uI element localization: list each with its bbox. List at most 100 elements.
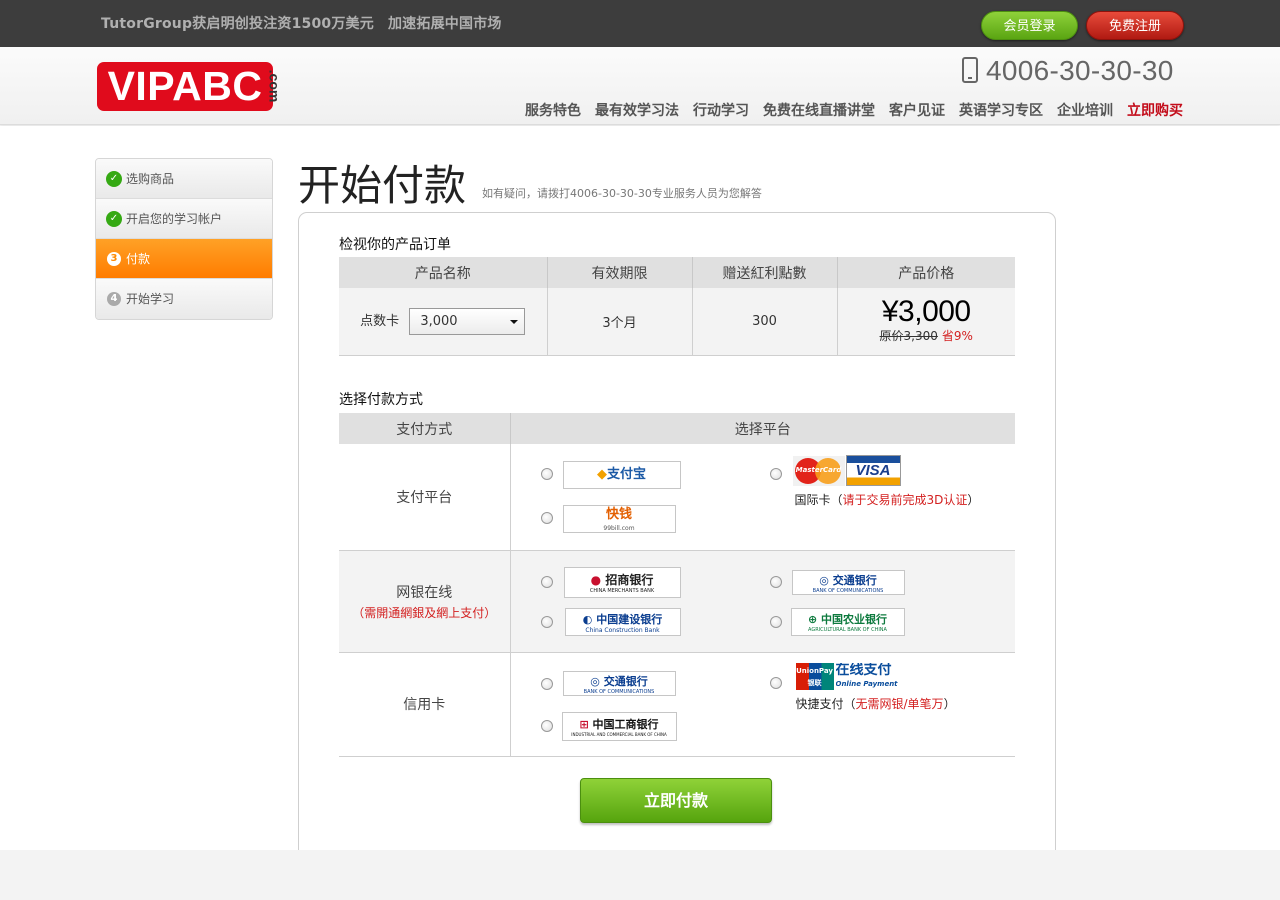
page-subtitle: 如有疑问，请拨打4006-30-30-30专业服务人员为您解答 bbox=[482, 187, 762, 200]
bocom-icon: ◎ bbox=[819, 573, 829, 587]
col-price: 产品价格 bbox=[837, 257, 1015, 288]
intl-card-caption: 国际卡（请于交易前完成3D认证） bbox=[794, 493, 980, 507]
cmb-logo[interactable]: ● 招商银行 CHINA MERCHANTS BANK bbox=[563, 566, 681, 598]
kuaiqian-radio[interactable] bbox=[540, 512, 553, 524]
logo-suffix: .com bbox=[266, 69, 283, 103]
nav-item-method[interactable]: 最有效学习法 bbox=[595, 103, 679, 119]
order-table: 产品名称 有效期限 赠送紅利點數 产品价格 点数卡 3,000 3个月 300 … bbox=[339, 257, 1015, 356]
vipabc-logo[interactable]: VIPABC bbox=[97, 62, 273, 111]
platform-options: ◆支付宝 快钱 99bill.com MasterCard VISA 国际卡（请… bbox=[510, 444, 1015, 551]
step-select-product[interactable]: ✓ 选购商品 bbox=[96, 159, 272, 199]
step-label: 开启您的学习帐户 bbox=[126, 212, 223, 226]
nav-item-testimonials[interactable]: 客户见证 bbox=[889, 103, 945, 119]
visa-logo[interactable]: VISA bbox=[845, 455, 901, 486]
nav-item-features[interactable]: 服务特色 bbox=[525, 103, 581, 119]
shield-icon: ◆ bbox=[596, 467, 607, 482]
credit-options: ◎ 交通银行 BANK OF COMMUNICATIONS ⊞ 中国工商银行 I… bbox=[510, 652, 1015, 757]
payment-header-row: 支付方式 选择平台 bbox=[339, 413, 1015, 444]
online-payment-logo[interactable]: 在线支付 Online Payment bbox=[836, 663, 902, 690]
netbank-options: ● 招商银行 CHINA MERCHANTS BANK ◐ 中国建设银行 Chi… bbox=[510, 550, 1015, 653]
credit-label: 信用卡 bbox=[339, 652, 511, 757]
payment-section-title: 选择付款方式 bbox=[339, 392, 423, 408]
quick-pay-radio[interactable] bbox=[769, 676, 782, 689]
news-text-1[interactable]: TutorGroup获启明创投注资1500万美元 bbox=[101, 16, 374, 32]
bocom-logo[interactable]: ◎ 交通银行 BANK OF COMMUNICATIONS bbox=[791, 569, 905, 595]
quick-pay-caption: 快捷支付（无需网银/单笔万） bbox=[795, 696, 956, 711]
mastercard-logo[interactable]: MasterCard bbox=[792, 456, 845, 486]
page-title: 开始付款 bbox=[298, 161, 467, 210]
price-discount: 原价3,300 省9% bbox=[838, 329, 1016, 343]
step-start-learning[interactable]: 4 开始学习 bbox=[96, 279, 272, 319]
news-text-2[interactable]: 加速拓展中国市场 bbox=[388, 16, 502, 32]
step-label: 付款 bbox=[126, 252, 151, 266]
credit-bocom-logo[interactable]: ◎ 交通银行 BANK OF COMMUNICATIONS bbox=[562, 670, 676, 696]
checkout-steps: ✓ 选购商品 ✓ 开启您的学习帐户 3 付款 4 开始学习 bbox=[95, 158, 273, 320]
hotline-number: 4006-30-30-30 bbox=[986, 55, 1174, 86]
login-button[interactable]: 会员登录 bbox=[981, 11, 1078, 40]
ccb-logo[interactable]: ◐ 中国建设银行 China Construction Bank bbox=[564, 607, 681, 636]
payment-panel: 检视你的产品订单 产品名称 有效期限 赠送紅利點數 产品价格 点数卡 3,000… bbox=[298, 212, 1056, 859]
price-value: ¥3,000 bbox=[881, 295, 971, 329]
order-row: 点数卡 3,000 3个月 300 ¥3,000 原价3,300 省9% bbox=[339, 288, 1016, 356]
intl-card-radio[interactable] bbox=[769, 468, 782, 480]
step-open-account[interactable]: ✓ 开启您的学习帐户 bbox=[96, 199, 272, 239]
site-header: VIPABC .com 4006-30-30-30 服务特色 最有效学习法 行动学习… bbox=[0, 47, 1280, 125]
step-label: 开始学习 bbox=[126, 292, 175, 306]
col-platform: 选择平台 bbox=[510, 413, 1015, 444]
check-icon: ✓ bbox=[106, 211, 122, 227]
main-nav: 服务特色 最有效学习法 行动学习 免费在线直播讲堂 客户见证 英语学习专区 企业培训 立即购买 bbox=[511, 100, 1183, 120]
alipay-logo[interactable]: ◆支付宝 bbox=[562, 461, 681, 489]
platform-label: 支付平台 bbox=[339, 444, 511, 551]
abc-radio[interactable] bbox=[769, 615, 782, 628]
top-bar: TutorGroup获启明创投注资1500万美元 加速拓展中国市场 会员登录 免费… bbox=[0, 0, 1280, 47]
abc-logo[interactable]: ⊕ 中国农业银行 AGRICULTURAL BANK OF CHINA bbox=[790, 607, 905, 636]
bocom-icon: ◎ bbox=[590, 674, 600, 688]
kuaiqian-logo[interactable]: 快钱 99bill.com bbox=[562, 505, 676, 533]
netbank-label-cell: 网银在线 （需開通網銀及網上支付） bbox=[339, 550, 511, 653]
payment-table: 支付方式 选择平台 支付平台 ◆支付宝 快钱 99bill.com Master… bbox=[339, 413, 1015, 757]
phone-icon bbox=[962, 57, 978, 83]
ccb-icon: ◐ bbox=[582, 612, 593, 626]
nav-item-english-zone[interactable]: 英语学习专区 bbox=[959, 103, 1043, 119]
validity-value: 3个月 bbox=[547, 288, 693, 356]
credit-row: 信用卡 ◎ 交通银行 BANK OF COMMUNICATIONS ⊞ 中国工商… bbox=[339, 652, 1015, 757]
icbc-logo[interactable]: ⊞ 中国工商银行 INDUSTRIAL AND COMMERCIAL BANK … bbox=[561, 711, 677, 741]
order-section-title: 检视你的产品订单 bbox=[339, 237, 451, 253]
product-cell: 点数卡 3,000 bbox=[339, 288, 548, 356]
icbc-icon: ⊞ bbox=[579, 717, 589, 731]
nav-item-live-lectures[interactable]: 免费在线直播讲堂 bbox=[763, 103, 875, 119]
original-price: 原价3,300 bbox=[879, 329, 938, 344]
bonus-value: 300 bbox=[692, 288, 838, 356]
discount-badge: 省9% bbox=[941, 329, 973, 344]
step-label: 选购商品 bbox=[126, 172, 175, 186]
nav-item-enterprise[interactable]: 企业培训 bbox=[1057, 103, 1113, 119]
col-validity: 有效期限 bbox=[547, 257, 693, 288]
alipay-radio[interactable] bbox=[540, 468, 553, 480]
register-button[interactable]: 免费注册 bbox=[1086, 11, 1184, 40]
credit-bocom-radio[interactable] bbox=[540, 677, 553, 690]
netbank-label: 网银在线 bbox=[396, 584, 453, 601]
points-card-select[interactable]: 3,000 bbox=[409, 307, 526, 335]
bocom-radio[interactable] bbox=[769, 575, 782, 588]
cmb-radio[interactable] bbox=[540, 575, 553, 588]
col-bonus: 赠送紅利點數 bbox=[692, 257, 838, 288]
icbc-radio[interactable] bbox=[540, 719, 553, 732]
nav-item-buy-now[interactable]: 立即购买 bbox=[1127, 103, 1183, 119]
step-number-icon: 3 bbox=[107, 252, 121, 266]
step-number-icon: 4 bbox=[107, 292, 121, 306]
platform-row: 支付平台 ◆支付宝 快钱 99bill.com MasterCard VISA … bbox=[339, 444, 1015, 551]
cmb-icon: ● bbox=[590, 572, 602, 587]
col-product-name: 产品名称 bbox=[339, 257, 548, 288]
order-header-row: 产品名称 有效期限 赠送紅利點數 产品价格 bbox=[339, 257, 1015, 288]
ccb-radio[interactable] bbox=[540, 615, 553, 628]
product-label: 点数卡 bbox=[360, 313, 400, 329]
step-payment[interactable]: 3 付款 bbox=[96, 239, 272, 279]
nav-item-mobile[interactable]: 行动学习 bbox=[693, 103, 749, 119]
netbank-row: 网银在线 （需開通網銀及網上支付） ● 招商银行 CHINA MERCHANTS… bbox=[339, 550, 1015, 653]
col-pay-method: 支付方式 bbox=[339, 413, 511, 444]
unionpay-logo[interactable]: UnionPay 银联 bbox=[795, 662, 834, 690]
pay-now-button[interactable]: 立即付款 bbox=[580, 778, 772, 823]
news-headline[interactable]: TutorGroup获启明创投注资1500万美元 加速拓展中国市场 bbox=[101, 13, 502, 33]
check-icon: ✓ bbox=[106, 171, 122, 187]
footer bbox=[0, 850, 1280, 900]
